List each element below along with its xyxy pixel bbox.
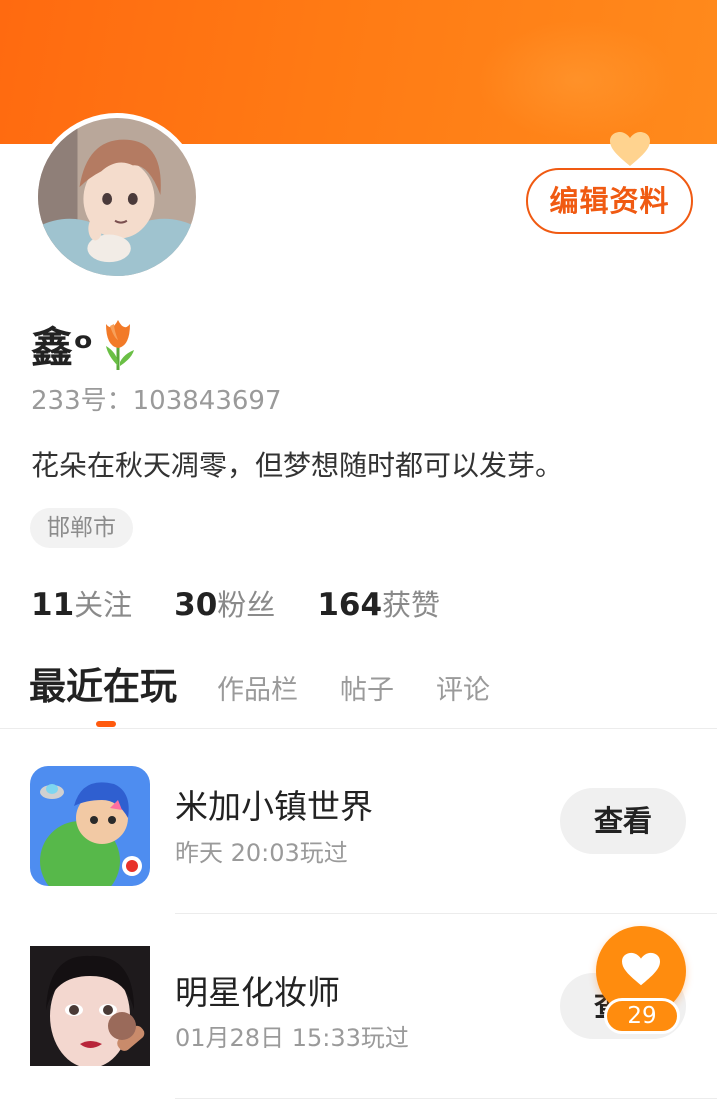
- user-bio: 花朵在秋天凋零，但梦想随时都可以发芽。: [31, 449, 564, 482]
- active-tab-indicator: [96, 721, 116, 727]
- stats-row: 11 关注 30 粉丝 164 获赞: [31, 582, 482, 624]
- tab-posts[interactable]: 帖子: [340, 668, 394, 707]
- user-name: 鑫ᵒ: [31, 322, 94, 372]
- location-tag: 邯郸市: [30, 508, 133, 548]
- stat-following[interactable]: 11 关注: [31, 582, 132, 624]
- view-button[interactable]: 查看: [560, 788, 686, 854]
- star-makeup-icon: [30, 946, 150, 1066]
- list-item[interactable]: 米加小镇世界 昨天 20:03玩过 查看: [0, 729, 717, 913]
- game-played-time: 昨天 20:03玩过: [175, 839, 348, 867]
- banner-glow: [477, 20, 677, 140]
- tab-works[interactable]: 作品栏: [217, 668, 298, 707]
- stat-label: 关注: [74, 588, 133, 622]
- stat-value: 11: [31, 587, 75, 623]
- stat-likes[interactable]: 164 获赞: [317, 582, 440, 624]
- edit-profile-button[interactable]: 编辑资料: [526, 168, 693, 234]
- avatar[interactable]: [33, 113, 201, 281]
- user-id: 233号：103843697: [31, 386, 282, 416]
- like-count-badge: 29: [604, 998, 680, 1034]
- row-divider: [175, 1098, 717, 1099]
- game-played-time: 01月28日 15:33玩过: [175, 1024, 409, 1052]
- tab-comments[interactable]: 评论: [436, 668, 490, 707]
- stat-value: 164: [317, 587, 383, 623]
- avatar-image: [38, 118, 196, 276]
- stat-label: 获赞: [382, 588, 441, 622]
- profile-tabs: 最近在玩 作品栏 帖子 评论: [29, 656, 532, 710]
- tab-recently-played[interactable]: 最近在玩: [29, 656, 177, 710]
- tulip-icon: [105, 320, 134, 370]
- game-title: 明星化妆师: [175, 973, 340, 1012]
- heart-decoration-icon: [610, 132, 650, 166]
- name-row: 鑫ᵒ: [31, 312, 140, 376]
- miga-town-icon: [30, 766, 150, 886]
- stat-followers[interactable]: 30 粉丝: [174, 582, 275, 624]
- stat-value: 30: [174, 587, 218, 623]
- heart-icon: [622, 952, 660, 986]
- game-title: 米加小镇世界: [175, 787, 373, 826]
- stat-label: 粉丝: [217, 588, 276, 622]
